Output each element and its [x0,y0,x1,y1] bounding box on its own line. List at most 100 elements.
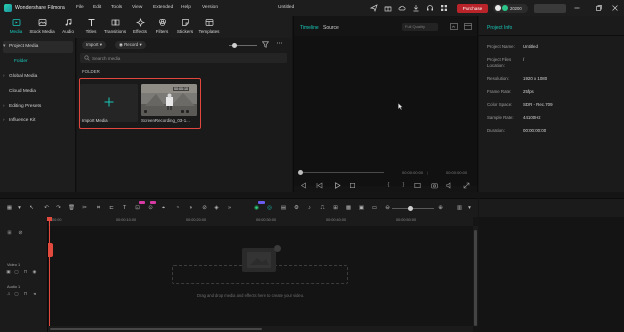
tab-timeline-preview[interactable]: Timeline [300,25,319,31]
marker-icon[interactable]: ▤ [280,205,287,212]
grid-menu-icon[interactable] [440,4,448,12]
preview-canvas[interactable] [294,36,477,186]
speed-icon[interactable]: ◔ [174,205,181,212]
sidebar-item-global-media[interactable]: › Global Media [3,71,73,83]
stop-icon[interactable] [349,182,356,189]
menu-version[interactable]: Version [202,5,218,10]
trim-icon[interactable]: ⊏ [108,205,115,212]
purchase-button[interactable]: Purchase [457,3,488,13]
menu-extended[interactable]: Extended [153,5,173,10]
volume-icon[interactable] [446,182,453,189]
zoom-slider-knob[interactable] [408,206,413,211]
lock-icon[interactable]: ⊓ [23,291,28,296]
tab-media[interactable]: Media [3,18,29,38]
import-media-tile[interactable] [80,84,138,122]
snapshot-icon[interactable] [450,23,458,30]
delete-icon[interactable]: 🗑 [68,205,75,212]
text-icon[interactable]: T [121,205,128,212]
auto-ripple-icon[interactable]: ◉ [253,205,260,212]
tab-transitions[interactable]: Transitions [102,18,128,38]
tab-titles[interactable]: Titles [78,18,104,38]
horizontal-scrollbar-thumb[interactable] [50,327,262,330]
playhead-flag[interactable] [48,243,53,257]
playhead-handle[interactable] [47,217,52,221]
thumbnail-size-slider[interactable] [229,42,257,48]
fit-timeline-icon[interactable]: ▭ [371,205,378,212]
camera-snapshot-icon[interactable] [431,182,438,189]
select-tool-icon[interactable]: ↖ [28,205,35,212]
scrubber-knob[interactable] [298,170,303,175]
motion-tracking-icon[interactable]: ⌖ [160,205,167,212]
more-options-icon[interactable]: ⋯ [276,41,283,48]
folder-icon[interactable]: ▢ [14,291,19,296]
import-dropdown[interactable]: Import ▾ [82,41,106,49]
undo-icon[interactable]: ↶ [43,205,50,212]
tab-source-preview[interactable]: Source [323,25,339,31]
add-track-icon[interactable]: ⊞ [6,230,13,237]
headset-icon[interactable] [426,4,434,12]
render-preview-icon[interactable]: ▩ [345,205,352,212]
sidebar-item-cloud-media[interactable]: Cloud Media [3,86,73,98]
restore-icon[interactable] [595,4,603,12]
fullscreen-preview-icon[interactable] [414,182,421,189]
voiceover-icon[interactable]: ⎍ [319,205,326,212]
microphone-icon[interactable]: ♪ [306,205,313,212]
lock-icon[interactable]: ⊓ [23,269,28,274]
eye-icon[interactable]: ◉ [32,269,37,274]
menu-edit[interactable]: Edit [93,5,101,10]
crop-icon[interactable]: ⌗ [95,205,102,212]
menu-file[interactable]: File [76,5,84,10]
color-match-icon[interactable]: ◑ [187,205,194,212]
stabilize-icon[interactable]: ⊘ [201,205,208,212]
expand-icon[interactable] [463,182,470,189]
display-settings-icon[interactable] [464,23,472,30]
timeline-zoom-slider[interactable] [392,208,434,210]
timeline-layout-icon[interactable]: ▥ [456,205,463,212]
quality-dropdown[interactable]: Full Quality [402,23,438,31]
sidebar-item-folder[interactable]: Folder [3,56,73,68]
menu-help[interactable]: Help [181,5,191,10]
keyframe-icon[interactable]: ◈ [213,205,220,212]
sidebar-item-project-media[interactable]: ▾ Project Media [3,41,73,53]
vertical-scrollbar-thumb[interactable] [474,230,477,326]
image-icon[interactable]: ▣ [358,205,365,212]
dropdown-arrow-icon[interactable]: ▾ [16,205,23,212]
ai-copilot-icon[interactable]: ◎ [266,205,273,212]
sidebar-item-influence-kit[interactable]: › Influence Kit [3,115,73,127]
playhead[interactable] [49,217,51,326]
send-icon[interactable] [370,4,378,12]
cloud-icon[interactable] [398,4,406,12]
tab-stock-media[interactable]: Stock Media [29,18,55,38]
speaker-icon[interactable]: ◂ [32,291,37,296]
audio-mixer-icon[interactable]: ⚙ [293,205,300,212]
play-icon[interactable] [334,182,341,189]
dropdown-arrow-icon[interactable]: ▾ [466,205,473,212]
menu-tools[interactable]: Tools [111,5,122,10]
search-input[interactable]: Search media [80,53,287,63]
folder-icon[interactable]: ▢ [14,269,19,274]
snap-icon[interactable]: ⊞ [332,205,339,212]
playback-scrubber[interactable] [300,172,384,174]
redo-icon[interactable]: ↷ [55,205,62,212]
menu-view[interactable]: View [132,5,142,10]
record-dropdown[interactable]: ◉ Record ▾ [115,41,146,49]
download-icon[interactable] [412,4,420,12]
mark-in-icon[interactable]: { [385,182,392,189]
step-back-icon[interactable] [316,182,323,189]
layout-grid-icon[interactable]: ▦ [6,205,13,212]
link-icon[interactable]: ⊘ [17,230,24,237]
gift-icon[interactable] [384,4,392,12]
mark-out-icon[interactable]: } [400,182,407,189]
minimize-icon[interactable] [573,4,581,12]
split-icon[interactable]: ✂ [81,205,88,212]
timeline-ruler[interactable]: 00:00 00:00:10:00 00:00:20:00 00:00:30:0… [48,217,473,226]
credits-badge[interactable]: 20200 [493,3,528,13]
close-icon[interactable] [611,4,619,12]
account-button[interactable] [534,3,566,13]
zoom-out-icon[interactable]: ⊖ [384,205,391,212]
crop-zoom-icon[interactable]: ⊡ [134,205,141,212]
previous-frame-icon[interactable] [300,182,307,189]
sidebar-item-editing-presets[interactable]: › Editing Presets [3,101,73,113]
filter-icon[interactable] [262,41,269,48]
more-tools-icon[interactable]: » [226,205,233,212]
